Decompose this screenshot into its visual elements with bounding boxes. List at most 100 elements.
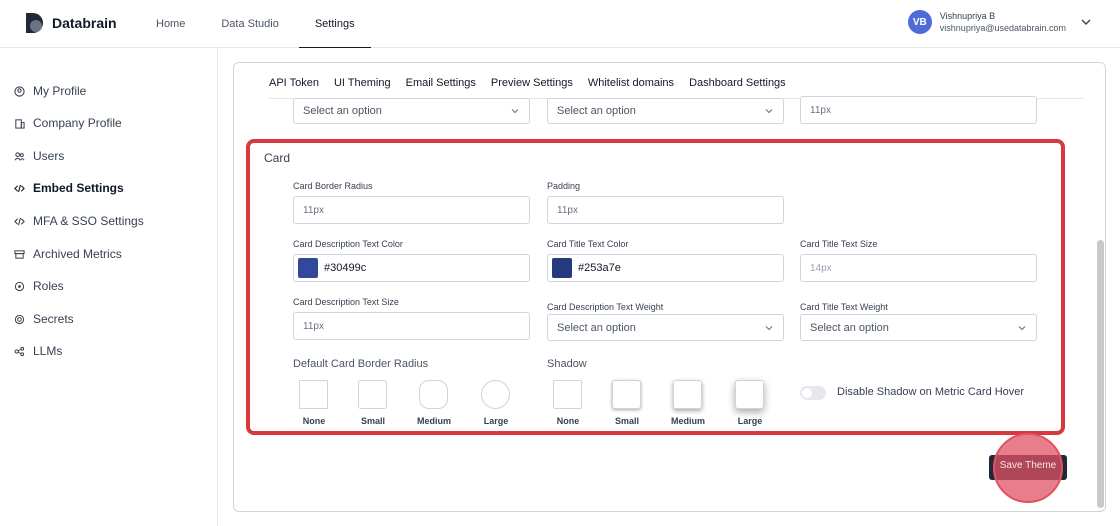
disable-shadow-label: Disable Shadow on Metric Card Hover [837,386,1025,398]
sidebar-item-llms[interactable]: LLMs [14,342,62,360]
color-swatch[interactable] [298,258,318,278]
radius-option-small[interactable] [358,380,387,409]
avatar: VB [907,10,932,34]
chevron-down-icon [511,109,519,114]
llm-icon [14,346,25,356]
title-color-label: Card Title Text Color [547,239,629,249]
chevron-down-icon [765,325,773,330]
app-logo[interactable]: Databrain [24,12,117,34]
tab-api-token[interactable]: API Token [269,77,319,89]
user-circle-icon [14,85,25,97]
building-icon [15,118,25,129]
tab-dashboard-settings[interactable]: Dashboard Settings [689,77,786,89]
color-swatch[interactable] [552,258,572,278]
sidebar-item-my-profile[interactable]: My Profile [14,82,86,100]
secret-icon [14,314,25,324]
top-select-1[interactable]: Select an option [293,98,530,124]
users-icon [14,151,25,160]
select-value: Select an option [810,321,889,334]
shadow-label: Shadow [547,358,587,370]
padding-label: Padding [547,181,581,191]
scrollbar[interactable] [1097,240,1104,508]
shadow-option-none[interactable] [553,380,582,409]
input-value: 11px [557,204,578,216]
radius-option-large-label: Large [483,416,509,426]
user-menu[interactable]: VB Vishnupriya B vishnupriya@usedatabrai… [907,10,1092,34]
select-value: Select an option [557,105,636,117]
roles-icon [14,281,25,291]
radius-option-large[interactable] [481,380,510,409]
sidebar-item-secrets[interactable]: Secrets [14,310,74,328]
desc-size-input[interactable]: 11px [293,312,530,340]
top-input-3[interactable]: 11px [800,96,1037,124]
title-color-input[interactable]: #253a7e [547,254,784,282]
radius-option-medium[interactable] [419,380,448,409]
toggle-knob [802,388,812,398]
sidebar-item-roles[interactable]: Roles [14,277,64,295]
shadow-option-small-label: Small [614,416,639,426]
radius-option-none-label: None [302,416,326,426]
shadow-option-medium[interactable] [673,380,702,409]
shadow-option-medium-label: Medium [670,416,705,426]
sidebar-item-embed-settings[interactable]: Embed Settings [14,179,124,197]
top-header: Databrain Home Data Studio Settings VB V… [0,0,1120,48]
sidebar-item-label: MFA & SSO Settings [33,214,144,228]
chevron-down-icon [765,109,773,114]
sidebar-item-company-profile[interactable]: Company Profile [14,114,122,132]
sidebar-item-label: My Profile [33,84,87,98]
sidebar-item-archived-metrics[interactable]: Archived Metrics [14,245,122,263]
user-info: Vishnupriya B vishnupriya@usedatabrain.c… [940,10,1066,34]
nav-home[interactable]: Home [140,0,201,48]
sidebar-item-label: Archived Metrics [33,247,122,261]
sidebar-item-label: Users [33,149,65,163]
top-select-2[interactable]: Select an option [547,98,784,124]
sidebar-item-label: Embed Settings [33,181,124,195]
tab-preview-settings[interactable]: Preview Settings [491,77,573,89]
sidebar-item-label: Secrets [33,312,74,326]
shadow-option-none-label: None [556,416,580,426]
padding-input[interactable]: 11px [547,196,784,224]
default-radius-label: Default Card Border Radius [293,358,429,370]
card-border-radius-input[interactable]: 11px [293,196,530,224]
input-value: #30499c [324,262,367,274]
databrain-logo-icon [26,13,43,33]
code-icon [14,184,25,192]
disable-shadow-toggle[interactable] [800,386,826,400]
title-size-input[interactable]: 14px [800,254,1037,282]
sidebar-item-label: LLMs [33,344,63,358]
input-value: 11px [303,320,324,332]
nav-data-studio[interactable]: Data Studio [205,0,294,48]
card-border-radius-label: Card Border Radius [293,181,373,191]
shadow-option-small[interactable] [612,380,641,409]
code-icon [14,217,25,225]
user-name: Vishnupriya B [939,11,996,21]
sidebar-item-label: Company Profile [33,116,122,130]
save-theme-label: Save Theme [999,460,1057,471]
nav-settings[interactable]: Settings [298,0,371,48]
input-placeholder: 14px [810,262,832,274]
sidebar-item-users[interactable]: Users [14,147,64,165]
user-email: vishnupriya@usedatabrain.com [939,23,1066,33]
desc-color-label: Card Description Text Color [293,239,403,249]
desc-color-input[interactable]: #30499c [293,254,530,282]
tab-ui-theming[interactable]: UI Theming [334,77,391,89]
sidebar-item-mfa-sso[interactable]: MFA & SSO Settings [14,212,144,230]
title-weight-select[interactable]: Select an option [800,314,1037,341]
input-value: 11px [303,204,324,216]
radius-option-small-label: Small [360,416,385,426]
main-nav: Home Data Studio Settings [140,0,375,48]
desc-weight-select[interactable]: Select an option [547,314,784,341]
chevron-down-icon[interactable] [1080,16,1092,28]
title-weight-label: Card Title Text Weight [800,302,888,312]
app-name: Databrain [52,15,117,31]
chevron-down-icon [1018,325,1026,330]
radius-option-none[interactable] [299,380,328,409]
desc-size-label: Card Description Text Size [293,297,399,307]
shadow-option-large[interactable] [735,380,764,409]
select-value: Select an option [557,321,636,334]
tab-email-settings[interactable]: Email Settings [406,77,476,89]
sidebar-item-label: Roles [33,279,64,293]
archive-icon [14,249,25,259]
tab-whitelist-domains[interactable]: Whitelist domains [588,77,674,89]
radius-option-medium-label: Medium [416,416,451,426]
